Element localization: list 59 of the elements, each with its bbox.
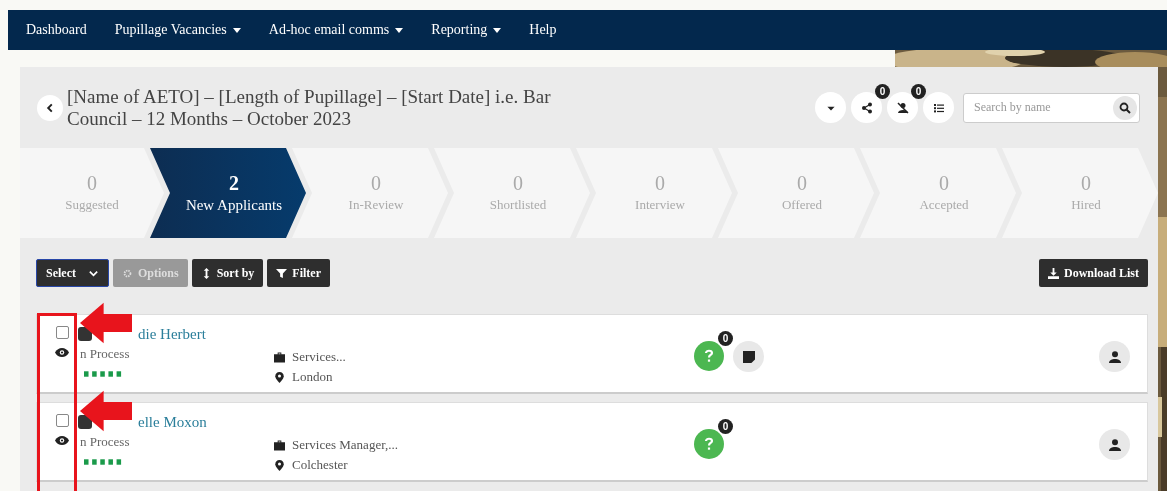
status-text: n Process (79, 434, 131, 450)
status-text: n Process (79, 346, 131, 362)
location-text: London (292, 369, 333, 385)
question-mark-icon[interactable] (704, 349, 714, 363)
note-icon[interactable] (742, 350, 755, 363)
checkbox[interactable] (55, 326, 69, 339)
nav-link[interactable]: Ad-hoc email comms (268, 22, 390, 38)
progress-dots (84, 459, 122, 465)
caret-icon[interactable] (395, 27, 404, 33)
nav-link[interactable]: Pupillage Vacancies (114, 22, 227, 38)
question-button[interactable] (694, 429, 724, 459)
user-icon[interactable] (1108, 350, 1121, 363)
caret-icon[interactable] (493, 27, 502, 33)
applicant-name[interactable]: elle Moxon (138, 413, 207, 431)
list-view-button[interactable] (923, 92, 954, 123)
pipeline-stage[interactable]: 2 New Applicants (150, 148, 306, 238)
profile-button[interactable] (1099, 429, 1130, 460)
share-icon[interactable] (860, 101, 873, 114)
list-icon[interactable] (932, 101, 945, 114)
note-button[interactable] (733, 341, 764, 372)
question-mark-icon[interactable] (704, 437, 714, 451)
eye-icon[interactable] (55, 348, 69, 357)
user-slash-icon[interactable] (896, 101, 909, 114)
location-text: Colchester (292, 457, 348, 473)
briefcase-icon (274, 351, 285, 363)
question-count-badge: 0 (718, 419, 733, 434)
applicant-name[interactable]: die Herbert (138, 325, 206, 343)
hidden-count-badge: 0 (911, 84, 926, 99)
filter-button[interactable]: Filter (267, 259, 330, 287)
search-field[interactable]: Search by name (963, 92, 1140, 123)
arrow-icon (80, 302, 132, 344)
share-button[interactable] (851, 92, 882, 123)
hidden-users-button[interactable] (887, 92, 918, 123)
vacancy-title: [Name of AETO] – [Length of Pupillage] – [Start Date] i.e. Bar Council – 12 Months – October 2023 (67, 85, 552, 130)
question-button[interactable] (694, 341, 724, 371)
select-button[interactable]: Select (36, 259, 109, 287)
share-count-badge: 0 (875, 84, 890, 99)
checkbox[interactable] (55, 414, 69, 427)
progress-dots (84, 371, 122, 377)
download-icon[interactable] (1047, 267, 1059, 279)
search-icon[interactable] (1119, 101, 1131, 114)
eye-icon[interactable] (55, 436, 69, 445)
location-pin-icon (274, 371, 285, 383)
arrow-icon (80, 390, 132, 432)
user-icon[interactable] (1108, 438, 1121, 451)
nav-link[interactable]: Help (529, 22, 557, 38)
profile-button[interactable] (1099, 341, 1130, 372)
question-count-badge: 0 (718, 331, 733, 346)
filter-icon[interactable] (276, 267, 288, 279)
download-list-button[interactable]: Download List (1038, 259, 1148, 287)
nav-link[interactable]: Reporting (431, 22, 488, 38)
caret-icon[interactable] (232, 27, 241, 33)
back-button[interactable] (37, 94, 63, 121)
location-pin-icon (274, 459, 285, 471)
nav-link[interactable]: Dashboard (26, 22, 87, 38)
sort-button[interactable]: Sort by (191, 259, 264, 287)
job-title: Services... (292, 349, 346, 365)
job-title: Services Manager,... (292, 437, 398, 453)
briefcase-icon (274, 439, 285, 451)
